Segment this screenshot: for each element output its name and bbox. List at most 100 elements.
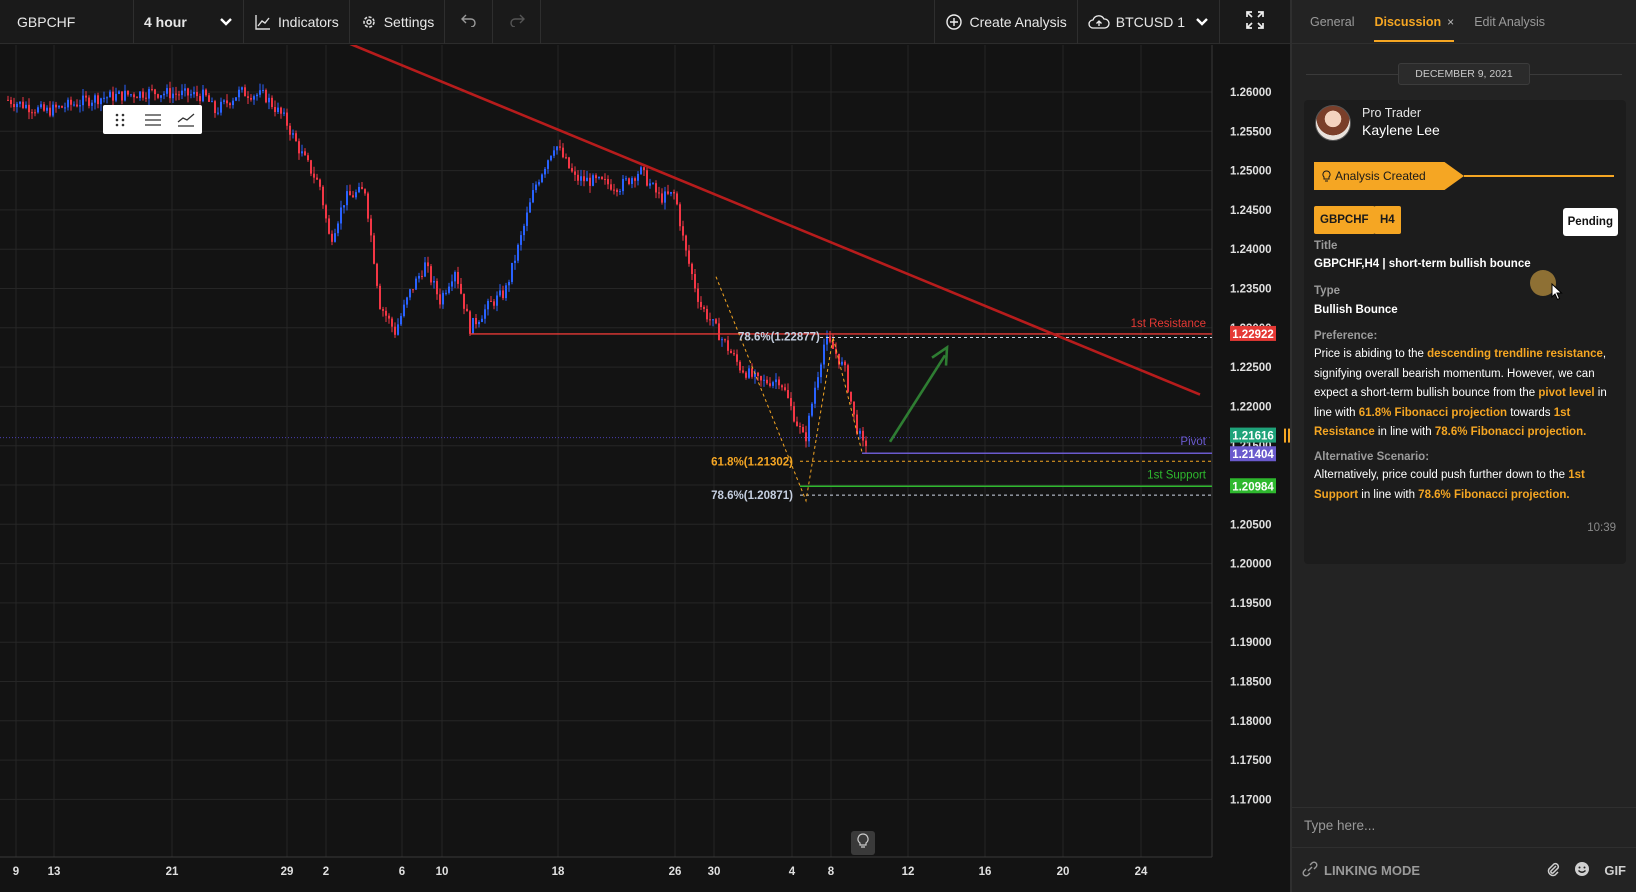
candle-up (268, 97, 270, 103)
type-label: Type (1314, 285, 1340, 297)
candle-down (307, 155, 309, 161)
tab-discussion[interactable]: Discussion × (1374, 0, 1454, 44)
create-analysis-button[interactable]: Create Analysis (935, 0, 1078, 44)
candle-down (136, 97, 138, 99)
candle-up (415, 278, 417, 290)
price-chart[interactable]: 1.26000 1.25500 1.25000 1.24500 1.24000 1.235… (0, 45, 1290, 892)
candle-up (622, 178, 624, 192)
candle-down (43, 104, 45, 111)
fullscreen-button[interactable] (1220, 0, 1290, 44)
candle-down (391, 318, 393, 327)
candle-down (85, 95, 87, 98)
candle-down (727, 340, 729, 351)
candle-up (496, 295, 498, 306)
fib-label-mid: 61.8%(1.21302) (711, 456, 793, 468)
candle-down (832, 341, 834, 349)
candle-up (640, 167, 642, 174)
preference-text: Price is abiding to the descending trend… (1314, 345, 1616, 443)
candle-down (142, 91, 144, 98)
candle-up (79, 105, 81, 107)
candle-up (235, 97, 237, 101)
candle-up (523, 225, 525, 236)
candle-down (436, 281, 438, 295)
candle-down (844, 361, 846, 366)
date-pill: DECEMBER 9, 2021 (1398, 63, 1530, 85)
time-tick-label: 18 (552, 866, 565, 878)
avatar[interactable] (1315, 105, 1351, 141)
message-input[interactable]: Type here... (1292, 807, 1636, 847)
candle-down (28, 104, 30, 113)
candle-down (784, 387, 786, 391)
candle-up (598, 176, 600, 179)
candle-up (238, 89, 240, 98)
tab-general[interactable]: General (1310, 0, 1354, 44)
panel-resize-handle (1284, 428, 1286, 443)
time-tick-label: 21 (166, 866, 179, 878)
candle-down (634, 178, 636, 181)
candle-down (739, 361, 741, 371)
panel-footer: LINKING MODE GIF (1292, 847, 1636, 892)
candle-down (295, 133, 297, 142)
candle-up (160, 95, 162, 98)
preference-segment: Price is abiding to the (1314, 348, 1428, 360)
undo-icon (460, 11, 477, 32)
candle-down (151, 89, 153, 91)
candle-up (334, 233, 336, 242)
tab-label: Discussion (1374, 14, 1442, 29)
tab-edit-analysis[interactable]: Edit Analysis (1474, 0, 1545, 44)
paperclip-icon[interactable] (1546, 861, 1560, 880)
candle-up (637, 173, 639, 181)
chart-canvas[interactable]: 1.26000 1.25500 1.25000 1.24500 1.24000 1.235… (0, 45, 1290, 892)
link-icon (1302, 860, 1318, 880)
timeframe-tag: H4 (1374, 206, 1401, 234)
linking-mode-toggle[interactable]: LINKING MODE (1302, 860, 1420, 880)
status-badge[interactable]: Pending (1562, 208, 1618, 236)
candle-down (349, 191, 351, 196)
analysis-type: Bullish Bounce (1314, 304, 1398, 316)
time-tick-label: 10 (436, 866, 449, 878)
candle-down (364, 189, 366, 194)
support-label: 1st Support (1147, 469, 1207, 481)
candle-up (64, 107, 66, 109)
indicators-button[interactable]: Indicators (244, 0, 350, 44)
create-analysis-label: Create Analysis (969, 13, 1067, 30)
resistance-label: 1st Resistance (1131, 318, 1206, 330)
lightbulb-button[interactable] (851, 831, 875, 855)
redo-button[interactable] (493, 0, 542, 44)
undo-button[interactable] (445, 0, 494, 44)
symbol-selector[interactable]: GBPCHF (0, 0, 134, 44)
preference-segment: 78.6% Fibonacci projection. (1434, 426, 1587, 438)
candle-up (406, 297, 408, 305)
candle-down (439, 294, 441, 305)
compare-symbol-dropdown[interactable]: BTCUSD 1 (1078, 0, 1220, 44)
candle-up (25, 104, 27, 108)
candle-up (499, 290, 501, 296)
interval-dropdown[interactable]: 4 hour (134, 0, 244, 44)
candle-down (661, 193, 663, 203)
candle-down (493, 301, 495, 306)
candle-down (466, 308, 468, 312)
support-price-badge: 1.20984 (1232, 481, 1274, 493)
candle-down (154, 89, 156, 95)
close-icon[interactable]: × (1447, 15, 1454, 29)
candle-down (322, 186, 324, 206)
candle-up (859, 430, 861, 434)
lines-icon[interactable] (142, 109, 164, 131)
candle-up (526, 212, 528, 226)
drag-handle-icon[interactable] (109, 109, 131, 131)
candle-down (187, 88, 189, 96)
trend-settings-icon[interactable] (175, 109, 197, 131)
fib-label-lower: 78.6%(1.20871) (711, 490, 793, 502)
emoji-icon[interactable] (1574, 861, 1590, 880)
candle-down (559, 146, 561, 148)
candle-down (667, 191, 669, 194)
candle-up (91, 102, 93, 106)
lightbulb-icon (857, 832, 869, 854)
candle-up (775, 379, 777, 383)
candle-up (259, 90, 261, 95)
candle-down (157, 94, 159, 98)
candle-up (481, 318, 483, 322)
gif-button[interactable]: GIF (1604, 863, 1626, 878)
candle-down (427, 262, 429, 267)
settings-button[interactable]: Settings (350, 0, 446, 44)
